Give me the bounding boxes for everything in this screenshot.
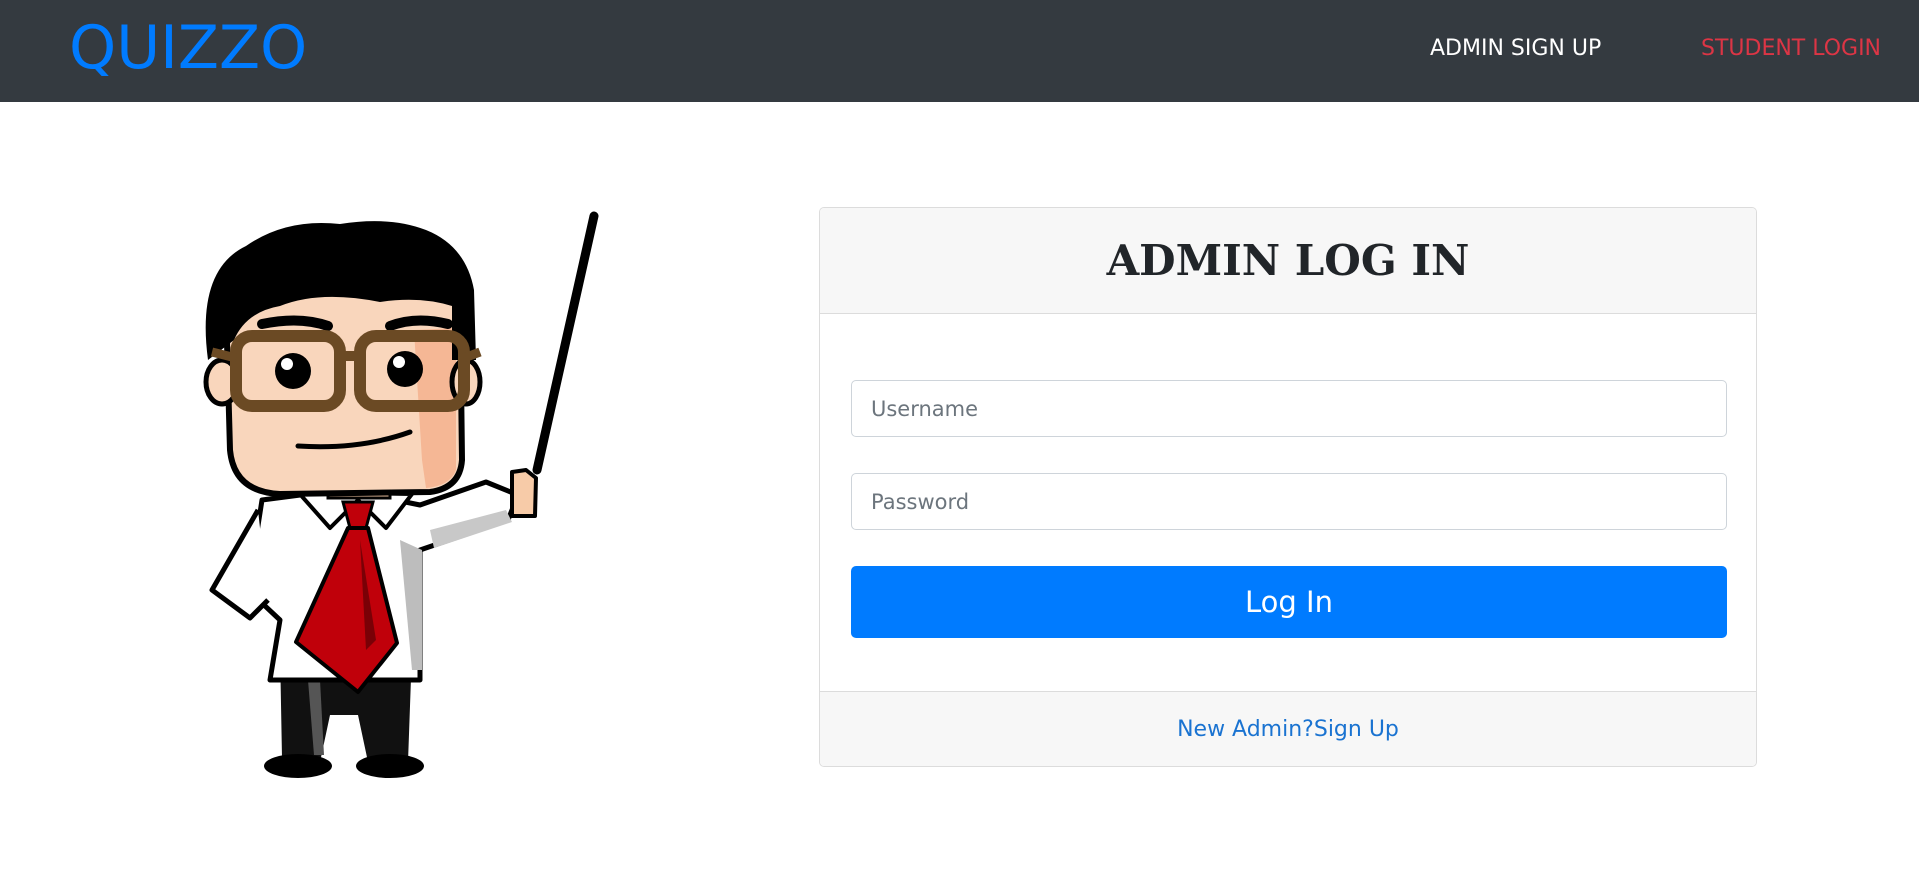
brand-logo-link[interactable]: QUIZZO — [69, 9, 307, 87]
top-navbar: QUIZZO ADMIN SIGN UP STUDENT LOGIN — [0, 0, 1919, 102]
admin-login-card: ADMIN LOG IN Log In New Admin?Sign Up — [819, 207, 1757, 767]
new-admin-signup-link[interactable]: New Admin?Sign Up — [1177, 717, 1399, 742]
teacher-illustration — [190, 210, 610, 780]
password-input[interactable] — [851, 473, 1727, 530]
login-button[interactable]: Log In — [851, 566, 1727, 638]
card-footer: New Admin?Sign Up — [820, 691, 1756, 766]
page-title: ADMIN LOG IN — [1106, 236, 1470, 285]
nav-student-login-link[interactable]: STUDENT LOGIN — [1701, 34, 1881, 64]
card-header: ADMIN LOG IN — [820, 208, 1756, 314]
username-input[interactable] — [851, 380, 1727, 437]
nav-admin-signup-link[interactable]: ADMIN SIGN UP — [1430, 34, 1601, 64]
